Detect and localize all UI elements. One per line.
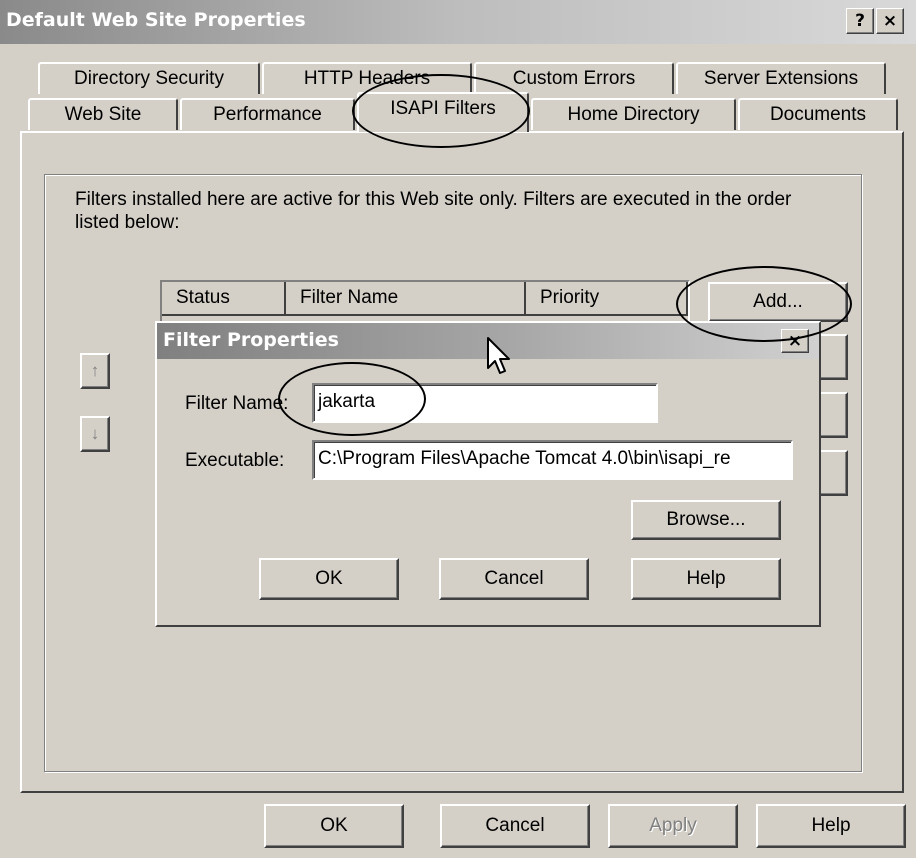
mouse-cursor-icon	[487, 337, 510, 374]
tab-home-directory[interactable]: Home Directory	[531, 98, 736, 130]
column-header-priority[interactable]: Priority	[526, 282, 688, 316]
tab-isapi-filters[interactable]: ISAPI Filters	[357, 92, 529, 132]
tab-performance[interactable]: Performance	[180, 98, 355, 130]
tab-documents[interactable]: Documents	[738, 98, 898, 130]
dialog-cancel-button[interactable]: Cancel	[439, 558, 589, 600]
window-title: Default Web Site Properties	[6, 9, 306, 31]
footer-help-button[interactable]: Help	[756, 804, 906, 848]
filters-description: Filters installed here are active for th…	[75, 189, 792, 233]
move-down-button[interactable]: ↓	[80, 416, 110, 452]
executable-input[interactable]: C:\Program Files\Apache Tomcat 4.0\bin\i…	[312, 440, 793, 480]
tab-web-site[interactable]: Web Site	[28, 98, 178, 130]
close-button[interactable]: ×	[876, 8, 904, 34]
dialog-help-button[interactable]: Help	[631, 558, 781, 600]
dialog-close-button[interactable]: ×	[781, 329, 809, 353]
apply-button[interactable]: Apply	[608, 804, 738, 848]
column-header-filter-name[interactable]: Filter Name	[286, 282, 526, 316]
executable-label: Executable:	[185, 450, 285, 471]
arrow-down-icon: ↓	[90, 424, 100, 443]
add-button[interactable]: Add...	[708, 282, 848, 322]
help-button[interactable]: ?	[846, 8, 874, 34]
arrow-up-icon: ↑	[90, 361, 100, 380]
window-title-bar: Default Web Site Properties ? ×	[0, 0, 916, 44]
column-header-status[interactable]: Status	[162, 282, 286, 316]
dialog-ok-button[interactable]: OK	[259, 558, 399, 600]
ok-button[interactable]: OK	[264, 804, 404, 848]
tab-server-extensions[interactable]: Server Extensions	[676, 62, 886, 94]
move-up-button[interactable]: ↑	[80, 353, 110, 389]
tab-directory-security[interactable]: Directory Security	[38, 62, 260, 94]
cancel-button[interactable]: Cancel	[440, 804, 590, 848]
tab-http-headers[interactable]: HTTP Headers	[262, 62, 472, 94]
browse-button[interactable]: Browse...	[631, 500, 781, 540]
tab-custom-errors[interactable]: Custom Errors	[474, 62, 674, 94]
filter-name-input[interactable]: jakarta	[312, 383, 658, 423]
dialog-title: Filter Properties	[163, 329, 339, 351]
close-icon: ×	[787, 331, 803, 351]
filter-name-label: Filter Name:	[185, 393, 289, 414]
